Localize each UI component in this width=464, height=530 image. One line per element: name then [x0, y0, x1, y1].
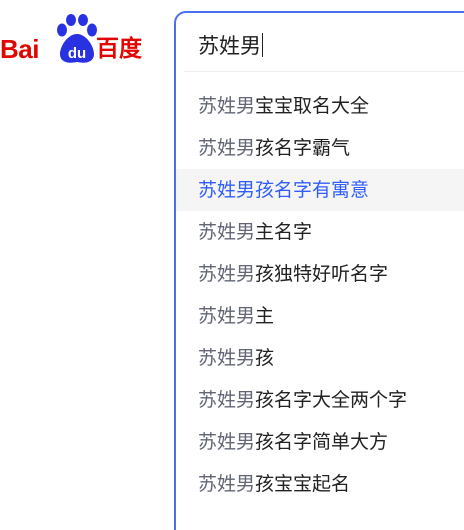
suggestion-item[interactable]: 苏姓男主名字	[176, 211, 464, 253]
suggestion-prefix: 苏姓男	[198, 347, 256, 369]
suggestion-item[interactable]: 苏姓男孩名字大全两个字	[176, 379, 464, 421]
search-box: 苏姓男 苏姓男宝宝取名大全 苏姓男孩名字霸气 苏姓男孩名字有寓意 苏姓男主名字 苏姓男孩…	[174, 11, 464, 530]
suggestion-prefix: 苏姓男	[198, 137, 256, 159]
suggestion-prefix: 苏姓男	[198, 473, 256, 495]
suggestion-completion: 孩宝宝起名	[255, 473, 351, 495]
suggestion-item[interactable]: 苏姓男孩名字有寓意	[176, 169, 464, 211]
suggestion-prefix: 苏姓男	[198, 95, 256, 117]
suggestion-prefix: 苏姓男	[198, 221, 256, 243]
suggestion-prefix: 苏姓男	[198, 431, 256, 453]
suggestion-item[interactable]: 苏姓男主	[176, 295, 464, 337]
search-input[interactable]: 苏姓男	[198, 29, 458, 63]
logo-text-bai: Bai	[0, 34, 39, 64]
suggestion-item[interactable]: 苏姓男孩独特好听名字	[176, 253, 464, 295]
suggestion-prefix: 苏姓男	[198, 305, 256, 327]
suggestion-prefix: 苏姓男	[198, 263, 256, 285]
suggestion-item[interactable]: 苏姓男孩	[176, 337, 464, 379]
suggestion-completion: 孩名字大全两个字	[255, 389, 408, 411]
suggestion-prefix: 苏姓男	[198, 179, 256, 201]
suggestion-completion: 主名字	[255, 221, 313, 243]
suggestion-item[interactable]: 苏姓男宝宝取名大全	[176, 85, 464, 127]
dropdown-divider	[184, 71, 464, 72]
suggestion-completion: 孩名字有寓意	[255, 179, 370, 201]
search-query-text: 苏姓男	[198, 34, 261, 58]
paw-icon: du	[57, 14, 97, 63]
suggestion-item[interactable]: 苏姓男孩宝宝起名	[176, 463, 464, 505]
suggestion-item[interactable]: 苏姓男孩名字霸气	[176, 127, 464, 169]
suggestion-completion: 孩独特好听名字	[255, 263, 389, 285]
suggestion-completion: 宝宝取名大全	[255, 95, 370, 117]
suggestion-completion: 主	[255, 305, 275, 327]
text-caret	[262, 33, 263, 57]
logo-text-chinese: 百度	[96, 36, 142, 62]
baidu-logo[interactable]: Bai du 百度	[0, 14, 160, 66]
suggestion-list: 苏姓男宝宝取名大全 苏姓男孩名字霸气 苏姓男孩名字有寓意 苏姓男主名字 苏姓男孩独特好听…	[176, 85, 464, 505]
baidu-search-page: Bai du 百度 苏姓男 苏姓男宝宝取名大全 苏姓男孩名字霸气 苏姓男孩名字有寓意…	[0, 0, 464, 530]
suggestion-completion: 孩	[255, 347, 275, 369]
suggestion-completion: 孩名字简单大方	[255, 431, 389, 453]
suggestion-prefix: 苏姓男	[198, 389, 256, 411]
suggestion-completion: 孩名字霸气	[255, 137, 351, 159]
paw-icon-label: du	[68, 45, 86, 62]
suggestion-item[interactable]: 苏姓男孩名字简单大方	[176, 421, 464, 463]
